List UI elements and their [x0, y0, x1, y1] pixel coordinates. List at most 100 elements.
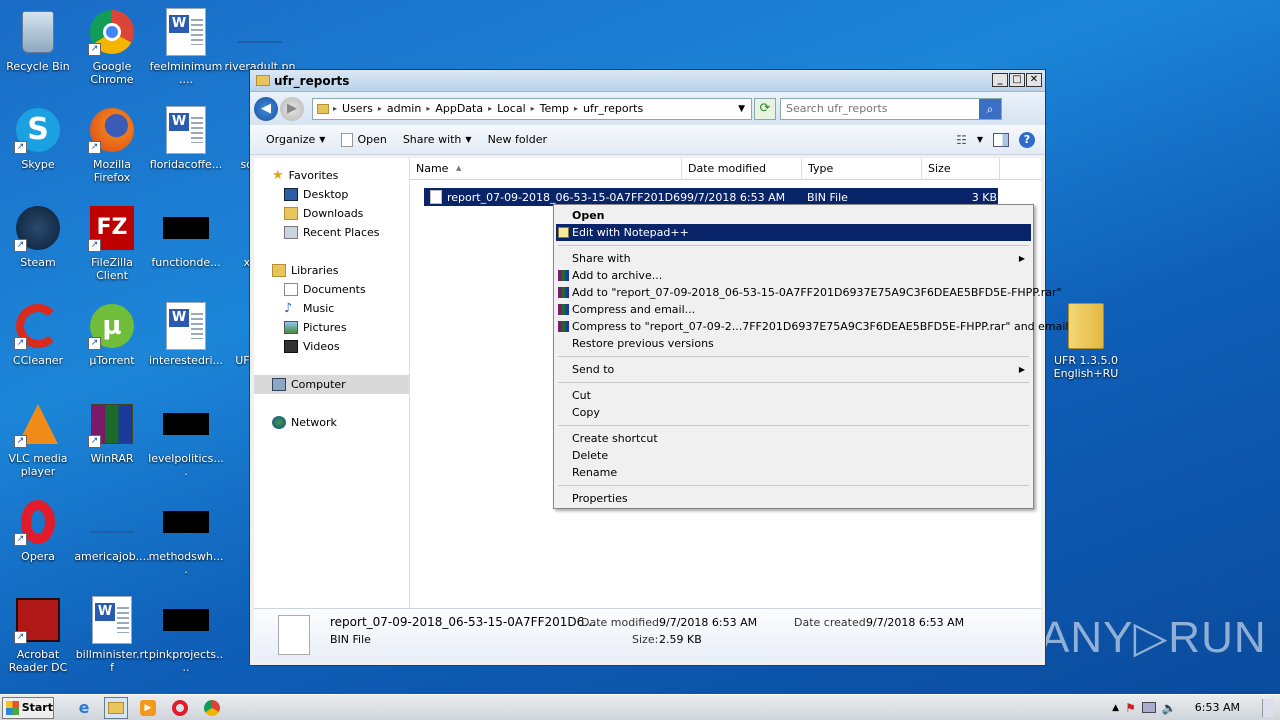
column-date-modified[interactable]: Date modified — [682, 158, 802, 179]
volume-icon[interactable]: 🔈 — [1162, 701, 1177, 715]
desktop-icon-floridacoffe[interactable]: floridacoffe... — [148, 100, 224, 192]
desktop-icon-skype[interactable]: S ↗ Skype — [0, 100, 76, 192]
menu-copy[interactable]: Copy — [556, 404, 1031, 421]
menu-create-shortcut[interactable]: Create shortcut — [556, 430, 1031, 447]
menu-add-to-archive[interactable]: Add to archive... — [556, 267, 1031, 284]
desktop-icon-vlc[interactable]: ↗ VLC media player — [0, 394, 76, 486]
pictures-icon — [284, 321, 298, 334]
desktop-icon-methodswh[interactable]: methodswh.... — [148, 492, 224, 584]
nav-music[interactable]: ♪ Music — [254, 299, 409, 318]
column-size[interactable]: Size — [922, 158, 1000, 179]
minimize-button[interactable]: _ — [992, 73, 1008, 87]
clock-time[interactable]: 6:53 AM — [1195, 701, 1240, 714]
new-folder-button[interactable]: New folder — [480, 133, 555, 146]
menu-restore-previous[interactable]: Restore previous versions — [556, 335, 1031, 352]
menu-rename[interactable]: Rename — [556, 464, 1031, 481]
menu-cut[interactable]: Cut — [556, 387, 1031, 404]
open-button[interactable]: Open — [333, 132, 394, 147]
breadcrumb-temp[interactable]: Temp — [535, 102, 574, 115]
refresh-button[interactable]: ⟳ — [754, 97, 776, 120]
menu-send-to[interactable]: Send to ▶ — [556, 361, 1031, 378]
breadcrumb-ufr-reports[interactable]: ufr_reports — [578, 102, 648, 115]
forward-button[interactable]: ▶ — [280, 96, 304, 121]
chevron-down-icon[interactable]: ▼ — [977, 135, 983, 144]
desktop-icon-winrar[interactable]: ↗ WinRAR — [74, 394, 150, 486]
column-name[interactable]: Name ▲ — [410, 158, 682, 179]
desktop-icon-utorrent[interactable]: µ ↗ µTorrent — [74, 296, 150, 388]
back-button[interactable]: ◀ — [254, 96, 278, 121]
nav-libraries[interactable]: Libraries — [254, 261, 409, 280]
nav-downloads[interactable]: Downloads — [254, 204, 409, 223]
search-input[interactable] — [781, 102, 971, 115]
desktop-icon-pinkprojects[interactable]: pinkprojects.... — [148, 590, 224, 682]
details-date-modified-label: Date modified: — [581, 616, 663, 629]
show-desktop-button[interactable] — [1262, 698, 1274, 717]
breadcrumb-local[interactable]: Local — [492, 102, 531, 115]
breadcrumb-appdata[interactable]: AppData — [430, 102, 488, 115]
column-type[interactable]: Type — [802, 158, 922, 179]
desktop-icon-acrobat[interactable]: ↗ Acrobat Reader DC — [0, 590, 76, 682]
title-bar[interactable]: ufr_reports _ □ ✕ — [250, 70, 1045, 92]
folder-icon — [317, 103, 329, 114]
desktop-icon-filezilla[interactable]: FZ ↗ FileZilla Client — [74, 198, 150, 290]
view-options-icon[interactable]: ☷ — [956, 133, 967, 147]
menu-compress-email[interactable]: Compress and email... — [556, 301, 1031, 318]
taskbar-media-player[interactable]: ▶ — [136, 697, 160, 719]
nav-pictures[interactable]: Pictures — [254, 318, 409, 337]
menu-open[interactable]: Open — [556, 207, 1031, 224]
desktop-icon-steam[interactable]: ↗ Steam — [0, 198, 76, 290]
nav-computer[interactable]: Computer — [254, 375, 409, 394]
nav-favorites[interactable]: ★ Favorites — [254, 166, 409, 185]
desktop-icon-recycle-bin[interactable]: Recycle Bin — [0, 2, 76, 94]
show-hidden-icons-icon[interactable]: ▲ — [1112, 703, 1119, 713]
search-icon[interactable]: ⌕ — [979, 98, 1001, 119]
start-button[interactable]: Start — [2, 696, 54, 719]
desktop-icon-interestedri[interactable]: interestedri... — [148, 296, 224, 388]
nav-desktop[interactable]: Desktop — [254, 185, 409, 204]
desktop-icon-americajob[interactable]: americajob.... — [74, 492, 150, 584]
taskbar-opera[interactable] — [168, 697, 192, 719]
chevron-down-icon[interactable]: ▼ — [738, 104, 745, 114]
menu-compress-rar-email[interactable]: Compress to "report_07-09-2...7FF201D693… — [556, 318, 1069, 335]
desktop-icon-chrome[interactable]: ↗ Google Chrome — [74, 2, 150, 94]
nav-videos[interactable]: Videos — [254, 337, 409, 356]
chrome-icon — [204, 699, 220, 716]
file-name: report_07-09-2018_06-53-15-0A7FF201D69..… — [447, 190, 687, 204]
taskbar-explorer[interactable] — [104, 696, 128, 719]
desktop-icon-levelpolitics[interactable]: levelpolitics.... — [148, 394, 224, 486]
window-title: ufr_reports — [274, 73, 350, 88]
menu-delete[interactable]: Delete — [556, 447, 1031, 464]
address-bar[interactable]: ▸ Users ▸ admin ▸ AppData ▸ Local ▸ Temp… — [312, 97, 752, 120]
desktop-icon-feelminimum[interactable]: feelminimum.... — [148, 2, 224, 94]
nav-documents[interactable]: Documents — [254, 280, 409, 299]
nav-network[interactable]: Network — [254, 413, 409, 432]
chevron-down-icon: ▼ — [465, 135, 472, 144]
desktop-icon-firefox[interactable]: ↗ Mozilla Firefox — [74, 100, 150, 192]
desktop-icon-ccleaner[interactable]: ↗ CCleaner — [0, 296, 76, 388]
network-status-icon[interactable] — [1141, 702, 1156, 713]
action-center-flag-icon[interactable]: ⚑ — [1125, 701, 1136, 715]
preview-pane-icon[interactable] — [993, 132, 1009, 147]
close-button[interactable]: ✕ — [1026, 73, 1042, 87]
desktop-icon-ufr-folder[interactable]: UFR 1.3.5.0 English+RU — [1048, 296, 1124, 388]
taskbar-internet-explorer[interactable]: e — [72, 697, 96, 719]
share-with-button[interactable]: Share with ▼ — [395, 133, 480, 146]
desktop-icon-billminister[interactable]: billminister.rtf — [74, 590, 150, 682]
menu-add-to-rar[interactable]: Add to "report_07-09-2018_06-53-15-0A7FF… — [556, 284, 1062, 301]
organize-button[interactable]: Organize ▼ — [258, 133, 333, 146]
menu-properties[interactable]: Properties — [556, 490, 1031, 507]
breadcrumb-users[interactable]: Users — [337, 102, 378, 115]
address-row: ◀ ▶ ▸ Users ▸ admin ▸ AppData ▸ Local ▸ … — [250, 92, 1045, 125]
maximize-button[interactable]: □ — [1009, 73, 1025, 87]
network-icon — [272, 416, 286, 429]
nav-recent-places[interactable]: Recent Places — [254, 223, 409, 242]
menu-edit-notepadpp[interactable]: Edit with Notepad++ — [556, 224, 1031, 241]
media-player-icon: ▶ — [140, 699, 156, 716]
desktop-icon-opera[interactable]: ↗ Opera — [0, 492, 76, 584]
taskbar-chrome[interactable] — [200, 697, 224, 719]
breadcrumb-admin[interactable]: admin — [382, 102, 426, 115]
help-icon[interactable]: ? — [1019, 131, 1035, 148]
videos-icon — [284, 340, 298, 353]
desktop-icon-functionde[interactable]: functionde... — [148, 198, 224, 290]
menu-share-with[interactable]: Share with ▶ — [556, 250, 1031, 267]
